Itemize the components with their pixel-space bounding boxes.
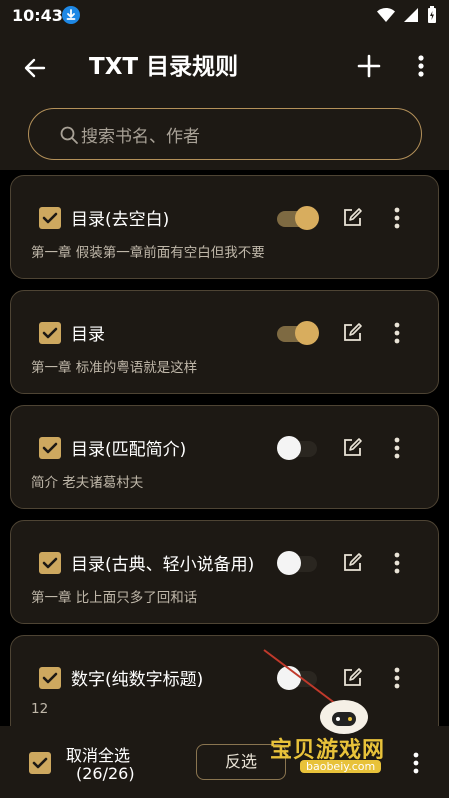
rule-description: 第一章 标准的粤语就是这样 [31,360,198,376]
checkbox-checked-icon[interactable] [39,437,61,459]
rule-description: 简介 老夫诸葛村夫 [31,475,144,491]
rule-enable-toggle[interactable] [277,436,321,460]
edit-icon[interactable] [341,667,363,689]
more-vert-icon[interactable] [391,667,403,689]
rule-enable-toggle[interactable] [277,551,321,575]
checkbox-checked-icon[interactable] [39,322,61,344]
select-all-label[interactable]: 取消全选 [66,742,130,766]
rule-enable-toggle[interactable] [277,666,321,690]
battery-icon [427,6,437,28]
more-vert-icon[interactable] [391,437,403,459]
app-bar: TXT 目录规则 搜索书名、作者 [0,32,449,170]
rule-name: 目录(古典、轻小说备用) [71,555,255,575]
rule-list[interactable]: 目录(去空白) 第一章 假装第一章前面有空白但我不要 目录 第一章 标准的粤语就… [0,170,449,726]
rule-card[interactable]: 目录(匹配简介) 简介 老夫诸葛村夫 [10,405,439,509]
back-arrow-icon[interactable] [18,50,54,86]
selection-count: (26/26) [76,764,135,783]
rule-card[interactable]: 目录(古典、轻小说备用) 第一章 比上面只多了回和话 [10,520,439,624]
checkbox-checked-icon[interactable] [39,552,61,574]
search-input[interactable]: 搜索书名、作者 [28,108,422,160]
more-vert-icon[interactable] [410,50,432,82]
more-vert-icon[interactable] [391,552,403,574]
rule-enable-toggle[interactable] [277,206,321,230]
status-bar: 10:43 [0,0,449,32]
bottom-action-bar: 取消全选 (26/26) 反选 [0,726,449,798]
rule-description: 12 [31,701,49,717]
edit-icon[interactable] [341,322,363,344]
more-vert-icon[interactable] [391,322,403,344]
status-time: 10:43 [12,6,63,25]
search-icon [59,125,79,145]
rule-enable-toggle[interactable] [277,321,321,345]
select-all-checkbox[interactable] [29,752,51,774]
more-vert-icon[interactable] [391,207,403,229]
download-icon [62,6,80,24]
checkbox-checked-icon[interactable] [39,207,61,229]
rule-card[interactable]: 数字(纯数字标题) 12 [10,635,439,726]
invert-selection-button[interactable]: 反选 [196,744,286,780]
edit-icon[interactable] [341,207,363,229]
edit-icon[interactable] [341,437,363,459]
more-vert-icon[interactable] [410,752,422,774]
signal-icon [403,7,419,27]
rule-description: 第一章 比上面只多了回和话 [31,590,198,606]
edit-icon[interactable] [341,552,363,574]
search-placeholder: 搜索书名、作者 [81,127,200,147]
checkbox-checked-icon[interactable] [39,667,61,689]
rule-card[interactable]: 目录 第一章 标准的粤语就是这样 [10,290,439,394]
plus-icon[interactable] [353,50,385,82]
rule-name: 目录(匹配简介) [71,440,187,460]
wifi-icon [377,7,395,27]
rule-name: 目录(去空白) [71,210,170,230]
rule-name: 数字(纯数字标题) [71,670,204,690]
page-title: TXT 目录规则 [89,54,239,80]
rule-description: 第一章 假装第一章前面有空白但我不要 [31,245,265,261]
rule-name: 目录 [71,325,105,345]
rule-card[interactable]: 目录(去空白) 第一章 假装第一章前面有空白但我不要 [10,175,439,279]
